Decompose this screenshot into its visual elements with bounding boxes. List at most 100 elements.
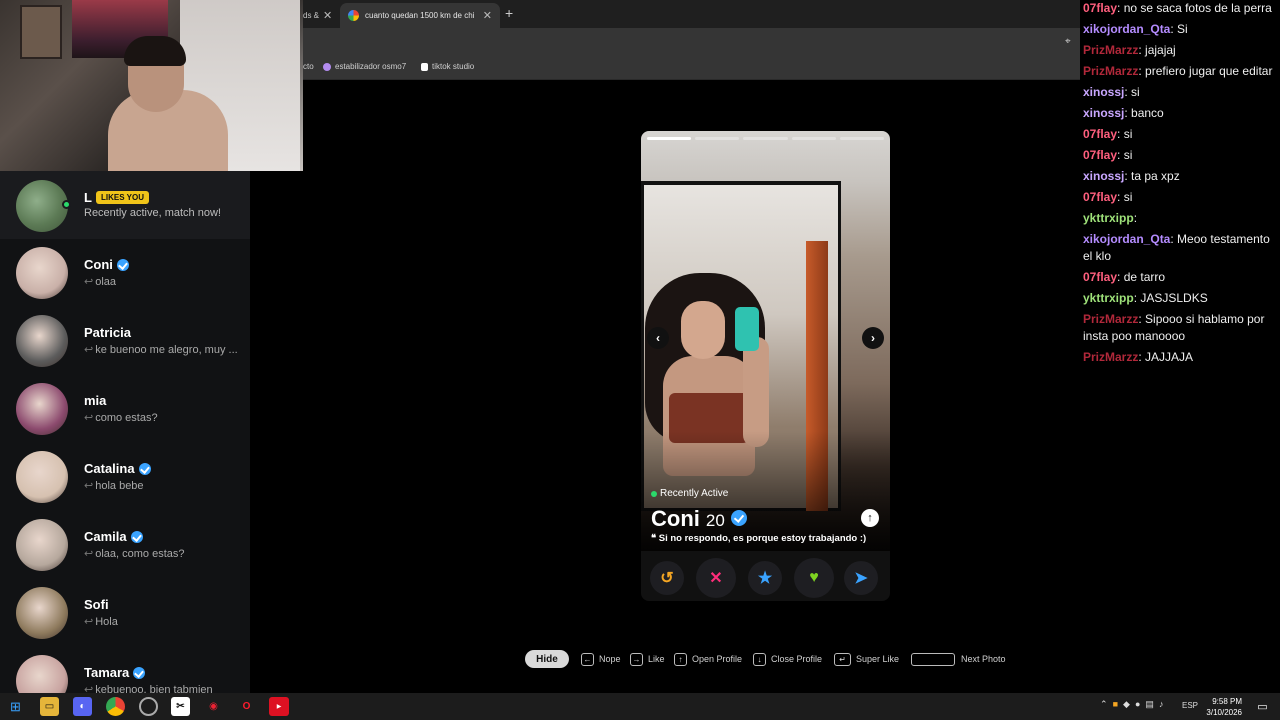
streamer-hair xyxy=(124,36,186,66)
like-button[interactable]: ♥ xyxy=(794,558,834,598)
next-photo-button[interactable]: › xyxy=(862,327,884,349)
hint-label: Like xyxy=(648,654,665,664)
chat-username[interactable]: ykttrxipp xyxy=(1083,211,1134,225)
hint-label: Super Like xyxy=(856,654,900,664)
close-icon[interactable]: ✕ xyxy=(323,9,332,22)
video-app-icon[interactable]: ▶ xyxy=(269,697,289,716)
file-explorer-icon[interactable]: ▭ xyxy=(40,697,59,716)
photo-progress-segment[interactable] xyxy=(647,137,692,140)
chevron-up-icon[interactable]: ⌃ xyxy=(1100,699,1108,709)
chat-username[interactable]: PrizMarzz xyxy=(1083,64,1138,78)
screen: ds & ✕ cuanto quedan 1500 km de chi ✕ + … xyxy=(0,0,1280,720)
hint-next-photo: Next Photo xyxy=(911,650,1006,668)
photo-progress-segment[interactable] xyxy=(791,137,836,140)
chat-username[interactable]: 07flay xyxy=(1083,190,1117,204)
match-row[interactable]: mia ↩ como estas? xyxy=(0,375,250,443)
chat-text: si xyxy=(1123,148,1133,162)
network-icon[interactable]: ▤ xyxy=(1145,699,1154,709)
match-row[interactable]: Camila ↩ olaa, como estas? xyxy=(0,511,250,579)
microphone-icon[interactable]: ● xyxy=(1135,699,1140,709)
chat-username[interactable]: 07flay xyxy=(1083,1,1117,15)
photo-progress-segment[interactable] xyxy=(743,137,788,140)
open-profile-button[interactable]: ↑ xyxy=(861,509,879,527)
match-row[interactable]: Coni ↩ olaa xyxy=(0,239,250,307)
chat-username[interactable]: PrizMarzz xyxy=(1083,312,1138,326)
chat-text: no se saca fotos de la perra xyxy=(1123,1,1272,15)
tab-title: ds & xyxy=(303,11,320,20)
boost-button[interactable]: ➤ xyxy=(844,561,878,595)
system-tray: ⌃ ■ ◆ ● ▤ ♪ xyxy=(1100,699,1163,710)
chat-message: ykttrxipp: JASJSLDKS xyxy=(1083,291,1208,305)
chat-username[interactable]: 07flay xyxy=(1083,148,1117,162)
bookmark-label: estabilizador osmo7 xyxy=(335,62,407,71)
chat-username[interactable]: 07flay xyxy=(1083,270,1117,284)
stream-chat: 07flay: no se saca fotos de la perra xiko… xyxy=(1080,0,1280,693)
chevron-left-icon: ‹ xyxy=(656,331,660,345)
discord-icon[interactable]: ◐ xyxy=(73,697,92,716)
opera-icon[interactable]: O xyxy=(237,697,256,716)
bookmark-item[interactable]: tiktok studio xyxy=(421,62,474,71)
chat-text: prefiero jugar que editar xyxy=(1145,64,1273,78)
previous-photo-button[interactable]: ‹ xyxy=(647,327,669,349)
chat-username[interactable]: xinossj xyxy=(1083,169,1124,183)
likes-avatar xyxy=(16,180,68,232)
chat-username[interactable]: PrizMarzz xyxy=(1083,43,1138,57)
recently-active-status: Recently Active xyxy=(651,488,728,499)
chat-username[interactable]: PrizMarzz xyxy=(1083,350,1138,364)
location-icon[interactable]: ⌖ xyxy=(1065,36,1071,47)
clock-date: 3/10/2026 xyxy=(1206,708,1242,717)
verified-icon xyxy=(138,462,151,475)
windows-start-icon[interactable]: ⊞ xyxy=(6,697,25,716)
chat-username[interactable]: xinossj xyxy=(1083,106,1124,120)
new-tab-button[interactable]: + xyxy=(505,5,513,21)
match-name-row: Patricia xyxy=(84,325,131,340)
app-icon[interactable]: ◉ xyxy=(204,697,223,716)
hide-hints-button[interactable]: Hide xyxy=(525,650,569,668)
photo-progress-segment[interactable] xyxy=(839,137,885,140)
browser-tab-1[interactable]: ds & ✕ xyxy=(303,3,341,28)
match-name-row: Coni xyxy=(84,257,129,272)
system-clock[interactable]: 9:58 PM 3/10/2026 xyxy=(1196,696,1242,718)
verified-icon xyxy=(133,666,146,679)
browser-tab-active[interactable]: cuanto quedan 1500 km de chi ✕ xyxy=(340,3,500,28)
match-name: Catalina xyxy=(84,461,135,476)
like-icon: ♥ xyxy=(809,569,819,586)
profile-card[interactable]: ‹ › Recently Active Coni 20 ↑ ❝ Si no re… xyxy=(641,131,890,601)
obs-icon[interactable] xyxy=(139,697,158,716)
bookmark-item[interactable]: cto xyxy=(303,62,314,71)
chat-username[interactable]: xinossj xyxy=(1083,85,1124,99)
tiktok-icon xyxy=(421,62,428,71)
chat-username[interactable]: xikojordan_Qta xyxy=(1083,232,1170,246)
tray-app-icon[interactable]: ■ xyxy=(1113,699,1118,709)
likes-you-row[interactable]: L LIKES YOU Recently active, match now! xyxy=(0,171,250,239)
swipe-actions: ↺ ✕ ★ ♥ ➤ xyxy=(641,556,890,601)
chat-text: JAJJAJA xyxy=(1145,350,1194,364)
match-row[interactable]: Patricia ↩ ke buenoo me alegro, muy ... xyxy=(0,307,250,375)
capcut-icon[interactable]: ✂ xyxy=(171,697,190,716)
match-row[interactable]: Catalina ↩ hola bebe xyxy=(0,443,250,511)
bookmark-item[interactable]: estabilizador osmo7 xyxy=(323,62,406,71)
super-like-button[interactable]: ★ xyxy=(748,561,782,595)
nope-button[interactable]: ✕ xyxy=(696,558,736,598)
match-last-message: ↩ ke buenoo me alegro, muy ... xyxy=(84,343,242,356)
bookmark-label: tiktok studio xyxy=(432,62,475,71)
match-avatar xyxy=(16,247,68,299)
match-row[interactable]: Sofi ↩ Hola xyxy=(0,579,250,647)
profile-bio: ❝ Si no respondo, es porque estoy trabaj… xyxy=(651,533,867,544)
chat-username[interactable]: ykttrxipp xyxy=(1083,291,1134,305)
match-name-row: mia xyxy=(84,393,106,408)
volume-icon[interactable]: ♪ xyxy=(1159,699,1164,709)
rewind-icon: ↺ xyxy=(660,570,674,587)
likes-initial: L xyxy=(84,190,92,205)
close-icon[interactable]: ✕ xyxy=(483,9,492,22)
shield-icon[interactable]: ◆ xyxy=(1123,699,1130,709)
rewind-button[interactable]: ↺ xyxy=(650,561,684,595)
match-name: Sofi xyxy=(84,597,109,612)
chat-message: xinossj: ta pa xpz xyxy=(1083,169,1180,183)
chrome-icon[interactable] xyxy=(106,697,125,716)
profile-name: Coni xyxy=(651,506,700,531)
chat-username[interactable]: xikojordan_Qta xyxy=(1083,22,1170,36)
photo-progress-segment[interactable] xyxy=(695,137,740,140)
notifications-icon[interactable]: ▭ xyxy=(1253,697,1272,716)
chat-username[interactable]: 07flay xyxy=(1083,127,1117,141)
